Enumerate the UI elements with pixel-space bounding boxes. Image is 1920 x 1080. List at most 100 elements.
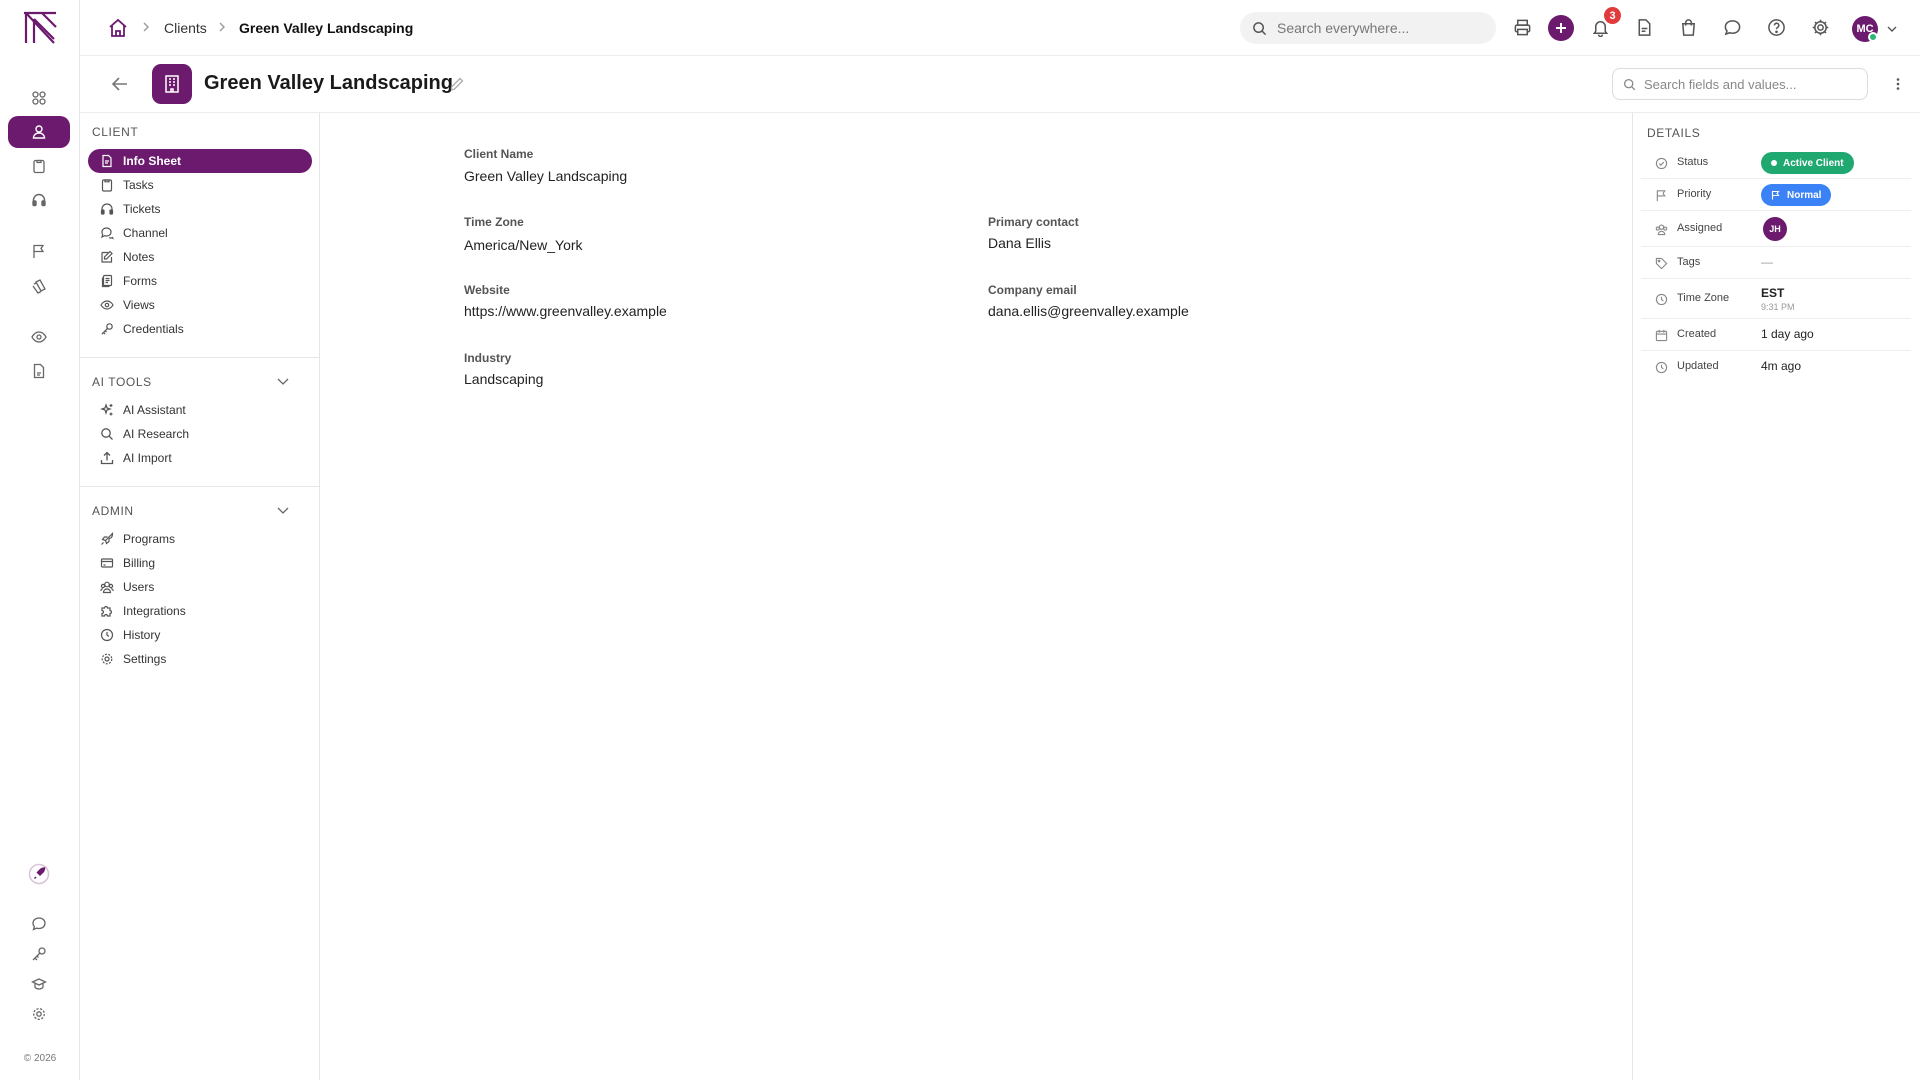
app-logo[interactable] [22,11,58,45]
rail-dashboard-icon[interactable] [8,82,70,114]
sidebar-item-integrations[interactable]: Integrations [88,599,312,623]
tags-label: Tags [1677,256,1701,268]
section-header-client: CLIENT [92,125,139,139]
sidebar-item-tasks[interactable]: Tasks [88,173,312,197]
chat-icon[interactable] [1721,16,1743,38]
flag-icon [1655,189,1668,202]
rail-key-icon[interactable] [8,938,70,970]
sidebar-item-label: AI Research [123,427,190,441]
tag-icon [1655,257,1668,270]
chevron-down-icon[interactable] [276,503,290,517]
global-search-input[interactable] [1277,20,1477,36]
sidebar-item-label: Billing [123,556,156,570]
divider [80,486,319,487]
sidebar-item-label: Integrations [123,604,186,618]
sidebar-item-label: Users [123,580,155,594]
details-header: DETAILS [1647,126,1701,140]
print-icon[interactable] [1511,16,1533,38]
sidebar-item-users[interactable]: Users [88,575,312,599]
sidebar-item-label: Tasks [123,178,154,192]
help-icon[interactable] [1765,16,1787,38]
sidebar-item-notes[interactable]: Notes [88,245,312,269]
sidebar-item-ai-research[interactable]: AI Research [88,422,312,446]
sidebar-item-views[interactable]: Views [88,293,312,317]
chevron-down-icon[interactable] [276,374,290,388]
sidebar-item-info-sheet[interactable]: Info Sheet [88,149,312,173]
rail-flag-icon[interactable] [8,235,70,267]
card-icon [100,558,114,568]
clock-icon [1655,361,1668,374]
company-email-value[interactable]: dana.ellis@greenvalley.example [988,303,1189,319]
updated-label: Updated [1677,360,1719,372]
assignee-avatar[interactable]: JH [1763,217,1787,241]
tags-value[interactable]: — [1761,255,1773,269]
sidebar-item-channel[interactable]: Channel [88,221,312,245]
assigned-label: Assigned [1677,222,1723,234]
clock-icon [1655,293,1668,306]
detail-row-time-zone: Time Zone EST 9:31 PM [1641,279,1911,319]
detail-row-status: Status Active Client [1641,147,1911,179]
headset-icon [100,203,114,215]
global-search[interactable] [1240,12,1496,44]
details-panel: DETAILS Status Active Client Priority No… [1632,113,1920,1080]
sidebar-item-ai-import[interactable]: AI Import [88,446,312,470]
notification-badge: 3 [1604,7,1621,24]
arrow-left-icon[interactable] [110,74,130,94]
sidebar-item-forms[interactable]: Forms [88,269,312,293]
sidebar-item-settings[interactable]: Settings [88,647,312,671]
rail-report-icon[interactable] [8,355,70,387]
client-name-value[interactable]: Green Valley Landscaping [464,168,627,184]
key-icon [101,323,113,335]
field-search[interactable] [1612,68,1868,100]
rail-clients-icon[interactable] [8,116,70,148]
users-icon [1655,223,1668,236]
priority-label: Priority [1677,188,1712,200]
primary-contact-value[interactable]: Dana Ellis [988,235,1051,251]
sidebar-item-ai-assistant[interactable]: AI Assistant [88,398,312,422]
document-icon[interactable] [1633,16,1655,38]
gear-icon[interactable] [1809,16,1831,38]
status-icon [1655,157,1668,170]
sidebar-item-label: AI Assistant [123,403,186,417]
sidebar-item-label: Views [123,298,155,312]
status-badge[interactable]: Active Client [1761,152,1854,174]
sidebar-item-label: Settings [123,652,167,666]
rail-learning-icon[interactable] [8,968,70,1000]
sidebar-item-label: Programs [123,532,176,546]
breadcrumb-clients[interactable]: Clients [164,0,207,56]
bag-icon[interactable] [1677,16,1699,38]
rail-rocket-icon[interactable] [8,858,70,890]
rail-tasks-icon[interactable] [8,150,70,182]
detail-row-assigned: Assigned JH [1641,211,1911,247]
page-header: Green Valley Landscaping [80,56,1920,113]
website-label: Website [464,283,510,297]
rocket-icon [101,532,114,545]
forms-icon [101,274,113,288]
industry-value[interactable]: Landscaping [464,371,543,387]
clock-icon [100,628,114,642]
field-search-input[interactable] [1644,76,1844,92]
rail-eye-icon[interactable] [8,321,70,353]
rail-documents-icon[interactable] [8,270,70,302]
time-zone-value[interactable]: America/New_York [464,237,583,253]
rail-gear-icon[interactable] [8,998,70,1030]
sparkles-icon [100,403,113,416]
chevron-down-icon[interactable] [1886,23,1898,35]
more-options-icon[interactable] [1890,76,1906,92]
sidebar-item-billing[interactable]: Billing [88,551,312,575]
created-value: 1 day ago [1761,327,1814,341]
sidebar-item-tickets[interactable]: Tickets [88,197,312,221]
pencil-icon[interactable] [449,76,465,92]
rail-headset-icon[interactable] [8,184,70,216]
priority-badge[interactable]: Normal [1761,184,1832,206]
page-title: Green Valley Landscaping [204,72,453,94]
add-button[interactable] [1548,15,1574,41]
rail-chat-icon[interactable] [8,908,70,940]
sidebar-item-programs[interactable]: Programs [88,527,312,551]
website-value[interactable]: https://www.greenvalley.example [464,303,667,319]
client-sidebar: CLIENT Info Sheet Tasks Tickets Channel … [80,113,320,1080]
home-icon[interactable] [107,17,129,39]
sidebar-item-history[interactable]: History [88,623,312,647]
gear-icon [101,653,113,665]
sidebar-item-credentials[interactable]: Credentials [88,317,312,341]
